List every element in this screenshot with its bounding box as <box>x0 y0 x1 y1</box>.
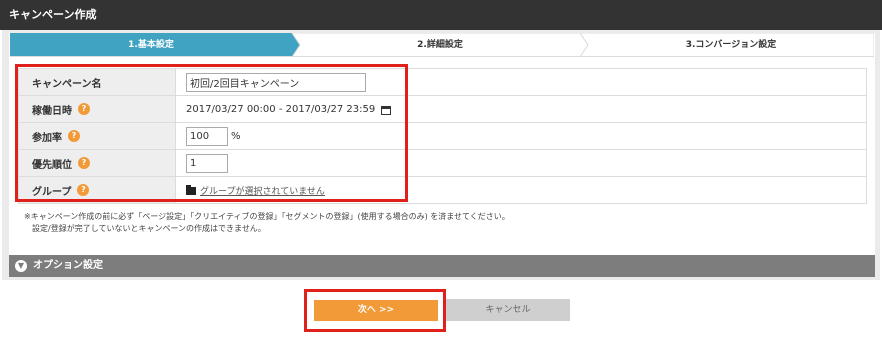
option-settings-toggle[interactable]: ▼ オプション設定 <box>9 255 875 277</box>
next-button[interactable]: 次へ >> <box>314 300 438 321</box>
note-line-2: 設定/登録が完了していないとキャンペーンの作成はできません。 <box>32 224 266 233</box>
step-2-label: 2.詳細設定 <box>417 40 463 50</box>
highlight-box-form <box>15 64 408 202</box>
page-title: キャンペーン作成 <box>0 0 882 30</box>
option-settings-label: オプション設定 <box>33 260 103 271</box>
step-1-label: 1.基本設定 <box>128 40 174 50</box>
cancel-button[interactable]: キャンセル <box>446 299 570 321</box>
note-line-1: ※キャンペーン作成の前に必ず「ページ設定」「クリエイティブの登録」「セグメントの… <box>24 212 510 221</box>
notes: ※キャンペーン作成の前に必ず「ページ設定」「クリエイティブの登録」「セグメントの… <box>24 211 510 235</box>
step-3-label: 3.コンバージョン設定 <box>685 40 777 50</box>
step-progress: 1.基本設定 2.詳細設定 3.コンバージョン設定 <box>10 33 874 57</box>
chevron-down-icon: ▼ <box>15 260 27 272</box>
